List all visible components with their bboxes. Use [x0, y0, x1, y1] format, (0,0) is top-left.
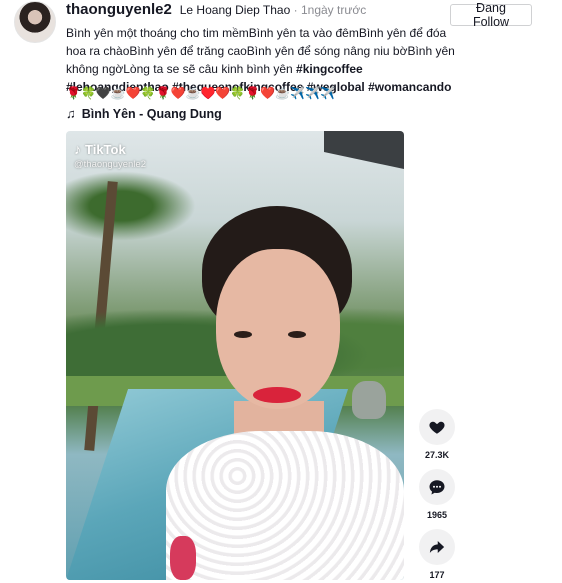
caption-text: Bình yên một thoáng cho tim mềmBình yên … [66, 26, 455, 76]
heart-icon [429, 421, 445, 434]
post-header: thaonguyenle2 Le Hoang Diep Thao · 1ngày… [66, 1, 366, 18]
comment-button[interactable] [419, 469, 455, 505]
like-count: 27.3K [424, 450, 450, 460]
share-count: 177 [429, 570, 445, 580]
video-player[interactable]: ♪ TikTok @thaonguyenle2 [66, 131, 404, 580]
video-scene-palm-leaves [66, 171, 196, 241]
comment-action: 1965 [419, 469, 455, 520]
comment-icon [429, 480, 445, 495]
video-handle: @thaonguyenle2 [74, 159, 146, 170]
hashtag[interactable]: #womancando [368, 80, 451, 94]
video-scene-pot [352, 381, 386, 419]
share-button[interactable] [419, 529, 455, 565]
tiktok-watermark-text: TikTok [85, 141, 126, 157]
meta-separator: · [293, 3, 298, 17]
video-person-eye [234, 331, 252, 338]
video-scene-roof [324, 131, 404, 169]
avatar[interactable] [14, 1, 56, 43]
music-note-icon: ♫ [66, 106, 76, 121]
video-person-lips [253, 387, 301, 403]
video-person-lace-top [166, 431, 404, 580]
post-time: 1ngày trước [300, 3, 367, 17]
like-button[interactable] [419, 409, 455, 445]
display-name: Le Hoang Diep Thao [179, 3, 291, 17]
share-action: 177 [419, 529, 455, 580]
tiktok-logo-icon: ♪ [74, 141, 81, 157]
following-button[interactable]: Đang Follow [450, 1, 532, 29]
username[interactable]: thaonguyenle2 [66, 1, 172, 18]
comment-count: 1965 [426, 510, 448, 520]
music-link[interactable]: ♫ Bình Yên - Quang Dung [66, 106, 222, 121]
post-meta: Le Hoang Diep Thao · 1ngày trước [180, 3, 366, 17]
like-action: 27.3K [419, 409, 455, 460]
caption-emojis: 🌹🍀🖤☕❤️🍀🌹❤️☕♥️❤️🍀🌹❤️☕✈️✈️✈️ [66, 86, 335, 100]
tiktok-watermark: ♪ TikTok [74, 141, 126, 157]
music-title: Bình Yên - Quang Dung [81, 106, 222, 121]
video-person-eye [288, 331, 306, 338]
video-person-face [216, 249, 340, 409]
share-icon [429, 541, 445, 553]
hashtag[interactable]: #kingcoffee [296, 62, 363, 76]
video-person-flower-pattern [170, 536, 196, 580]
